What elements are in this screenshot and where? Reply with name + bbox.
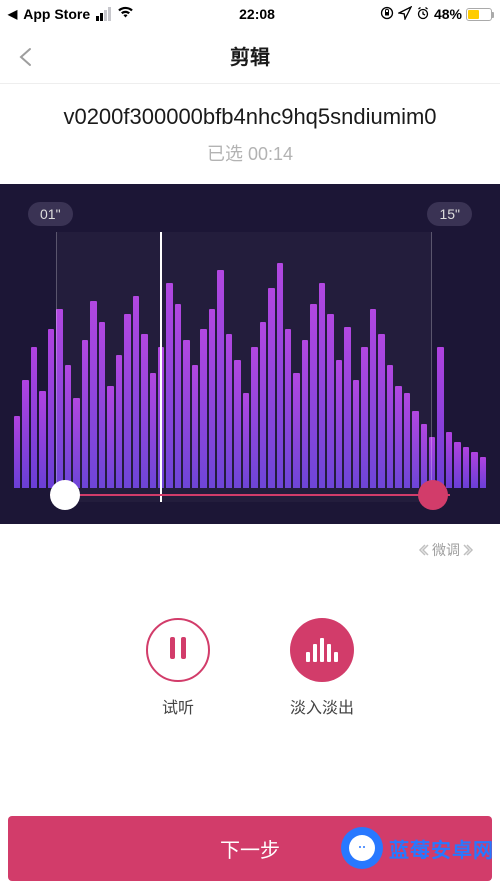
back-arrow-icon [16,46,38,68]
chevron-left-icon [416,543,430,557]
selection-end-time: 15" [427,202,472,226]
watermark-logo-icon [341,827,383,869]
waveform-area[interactable] [0,232,500,488]
trim-handle-end[interactable] [418,480,448,510]
status-time: 22:08 [239,6,275,22]
page-title: 剪辑 [230,41,270,70]
pause-icon [146,618,210,682]
selected-duration: 已选 00:14 [12,140,488,166]
back-to-app-label[interactable]: App Store [23,6,90,22]
fine-tune-row: 微调 [0,524,500,562]
nav-bar: 剪辑 [0,28,500,84]
back-button[interactable] [12,42,42,72]
cellular-signal-icon [96,7,111,21]
location-icon [398,6,412,23]
fade-button[interactable]: 淡入淡出 [290,618,354,718]
watermark-text: 蓝莓安卓网 [389,834,494,863]
back-to-app-chevron-icon[interactable]: ◀ [8,7,17,21]
chevron-right-icon [462,543,476,557]
fine-tune-button[interactable]: 微调 [416,540,476,560]
trim-handle-start[interactable] [50,480,80,510]
file-name: v0200f300000bfb4nhc9hq5sndiumim0 [12,104,488,130]
preview-label: 试听 [162,694,194,718]
waveform-editor[interactable]: 01" 15" [0,184,500,524]
status-bar: ◀ App Store 22:08 48% [0,0,500,28]
waveform-bars [0,232,500,488]
wifi-icon [117,6,134,22]
battery-percent: 48% [434,6,462,22]
trim-track [50,494,450,496]
alarm-icon [416,6,430,23]
lock-rotation-icon [380,6,394,23]
battery-icon [466,8,492,21]
fade-icon [290,618,354,682]
footer: 下一步 蓝莓安卓网 [0,816,500,889]
preview-button[interactable]: 试听 [146,618,210,718]
fine-tune-label: 微调 [432,540,460,560]
file-info: v0200f300000bfb4nhc9hq5sndiumim0 已选 00:1… [0,84,500,178]
playback-controls: 试听 淡入淡出 [0,618,500,718]
watermark: 蓝莓安卓网 [341,827,494,869]
selection-start-time: 01" [28,202,73,226]
fade-label: 淡入淡出 [290,694,354,718]
